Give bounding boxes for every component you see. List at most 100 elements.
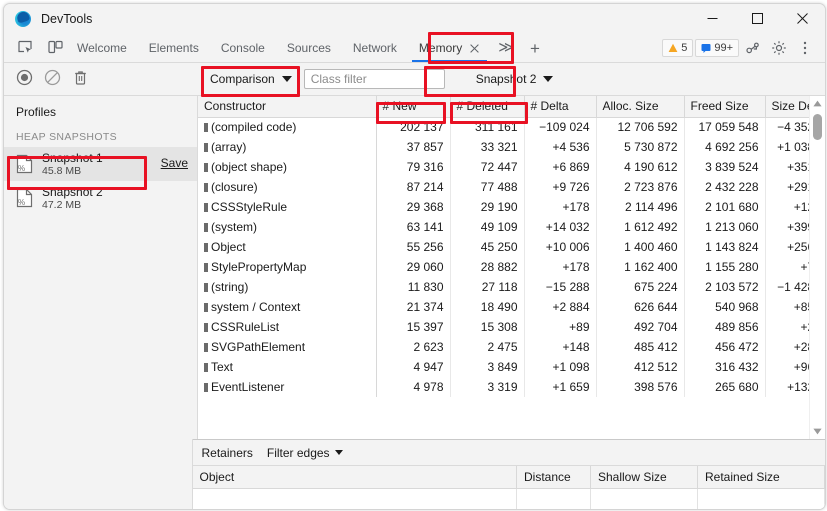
tab-elements[interactable]: Elements <box>138 34 210 62</box>
expand-marker-icon[interactable] <box>204 303 208 312</box>
cell-constructor: StylePropertyMap <box>198 257 377 277</box>
memory-toolbar: Comparison Snapshot 2 <box>4 63 825 96</box>
devices-icon[interactable] <box>741 36 765 60</box>
expand-marker-icon[interactable] <box>204 163 208 172</box>
table-row[interactable]: (system) 63 141 49 109 +14 032 1 612 492 1 21… <box>198 217 825 237</box>
table-row[interactable]: CSSStyleRule 29 368 29 190 +178 2 114 496 2 1… <box>198 197 825 217</box>
expand-marker-icon[interactable] <box>204 363 208 372</box>
retainers-panel: Retainers Filter edges Object Distance S… <box>192 439 825 509</box>
expand-marker-icon[interactable] <box>204 243 208 252</box>
expand-marker-icon[interactable] <box>204 263 208 272</box>
table-row[interactable]: (array) 37 857 33 321 +4 536 5 730 872 4 692 … <box>198 137 825 157</box>
tab-label: Elements <box>148 41 199 55</box>
retainers-section: Retainers Filter edges Object Distance S… <box>4 439 825 509</box>
table-row[interactable]: Text4 9473 849+1 098412 512316 432+96 08… <box>198 357 825 377</box>
column-header-distance[interactable]: Distance <box>516 466 591 489</box>
column-header-new[interactable]: # New <box>376 96 451 118</box>
cell-freed-size: 2 101 680 <box>684 197 766 217</box>
chevron-down-icon <box>543 76 554 82</box>
close-tab-icon[interactable] <box>469 43 480 54</box>
constructor-name: CSSRuleList <box>211 320 280 334</box>
cell-constructor: Object <box>198 237 377 257</box>
filter-edges-dropdown[interactable]: Filter edges <box>267 446 343 460</box>
column-header-alloc-size[interactable]: Alloc. Size <box>596 96 685 118</box>
warning-badge[interactable]: 5 <box>662 38 694 57</box>
tab-welcome[interactable]: Welcome <box>66 34 138 62</box>
table-row[interactable]: (object shape) 79 316 72 447 +6 869 4 190 61… <box>198 157 825 177</box>
retainers-left-spacer <box>4 439 193 509</box>
table-body: (compiled code) 202 137 311 161 −109 024 12 … <box>198 117 825 397</box>
expand-marker-icon[interactable] <box>204 323 208 332</box>
tab-network[interactable]: Network <box>342 34 408 62</box>
scrollbar-thumb[interactable] <box>813 114 822 140</box>
tab-memory[interactable]: Memory <box>408 34 491 62</box>
column-header-shallow-size[interactable]: Shallow Size <box>590 466 698 489</box>
filter-edges-label: Filter edges <box>266 445 330 460</box>
cell-new: 63 141 <box>376 217 451 237</box>
table-row[interactable]: EventListener 4 978 3 319 +1 659 398 576 265 … <box>198 377 825 397</box>
scroll-down-arrow-icon[interactable] <box>810 424 825 439</box>
column-header-constructor[interactable]: Constructor <box>198 96 377 118</box>
table-row[interactable]: (compiled code) 202 137 311 161 −109 024 12 … <box>198 117 825 137</box>
close-button[interactable] <box>780 4 825 33</box>
tab-sources[interactable]: Sources <box>276 34 342 62</box>
view-mode-dropdown[interactable]: Comparison <box>207 70 295 88</box>
column-header-object[interactable]: Object <box>192 466 517 489</box>
record-icon[interactable] <box>16 69 33 89</box>
clear-icon[interactable] <box>44 69 61 89</box>
cell-freed-size: 1 213 060 <box>684 217 766 237</box>
sidebar-item-snapshot-2[interactable]: % Snapshot 2 47.2 MB <box>4 181 197 215</box>
chevron-down-icon <box>334 449 343 455</box>
table-row[interactable]: (closure) 87 214 77 488 +9 726 2 723 876 2 43… <box>198 177 825 197</box>
minimize-button[interactable] <box>690 4 735 33</box>
constructor-name: CSSStyleRule <box>211 200 288 214</box>
settings-gear-icon[interactable] <box>767 36 791 60</box>
table-scroll-region[interactable]: Constructor # New # Deleted # Delta Allo… <box>198 96 825 439</box>
add-tab-button[interactable]: + <box>521 36 549 62</box>
table-row[interactable]: system / Context 21 374 18 490 +2 884 626 64… <box>198 297 825 317</box>
cell-delta: +4 536 <box>524 137 597 157</box>
expand-marker-icon[interactable] <box>204 143 208 152</box>
expand-marker-icon[interactable] <box>204 223 208 232</box>
expand-marker-icon[interactable] <box>204 123 208 133</box>
scroll-up-arrow-icon[interactable] <box>810 96 825 111</box>
table-row[interactable]: SVGPathElement 2 623 2 475 +148 485 412 456 4… <box>198 337 825 357</box>
maximize-button[interactable] <box>735 4 780 33</box>
message-badge[interactable]: 99+ <box>695 38 739 57</box>
column-header-freed-size[interactable]: Freed Size <box>684 96 766 118</box>
more-options-icon[interactable] <box>793 36 817 60</box>
cell-deleted: 77 488 <box>450 177 525 197</box>
table-vertical-scrollbar[interactable] <box>809 96 825 439</box>
device-toolbar-icon[interactable] <box>44 37 66 59</box>
title-bar: DevTools <box>4 4 825 33</box>
class-filter-input[interactable] <box>303 69 445 89</box>
expand-marker-icon[interactable] <box>204 283 208 292</box>
table-row[interactable]: CSSRuleList 15 397 15 308 +89 492 704 489 856… <box>198 317 825 337</box>
expand-marker-icon[interactable] <box>204 343 208 352</box>
cell-freed-size: 2 103 572 <box>684 277 766 297</box>
save-snapshot-link[interactable]: Save <box>161 156 188 170</box>
trash-icon[interactable] <box>72 69 89 89</box>
baseline-snapshot-dropdown[interactable]: Snapshot 2 <box>473 70 557 88</box>
column-header-deleted[interactable]: # Deleted <box>450 96 525 118</box>
cell-deleted: 3 319 <box>450 377 525 397</box>
tab-console[interactable]: Console <box>210 34 276 62</box>
cell-new: 21 374 <box>376 297 451 317</box>
inspect-element-icon[interactable] <box>14 37 36 59</box>
cell-new: 202 137 <box>376 117 451 137</box>
cell-freed-size: 540 968 <box>684 297 766 317</box>
expand-marker-icon[interactable] <box>204 203 208 212</box>
table-row[interactable]: (string) 11 830 27 118 −15 288 675 224 2 103 … <box>198 277 825 297</box>
more-tabs-icon[interactable]: ≫ <box>491 34 521 62</box>
expand-marker-icon[interactable] <box>204 383 208 392</box>
cell-alloc-size: 675 224 <box>596 277 685 297</box>
table-row[interactable]: StylePropertyMap 29 060 28 882 +178 1 162 40… <box>198 257 825 277</box>
cell-constructor: Text <box>198 357 377 377</box>
table-row[interactable]: Object 55 256 45 250 +10 006 1 400 460 1 143 … <box>198 237 825 257</box>
column-header-retained-size[interactable]: Retained Size <box>697 466 825 489</box>
sidebar-item-snapshot-1[interactable]: % Snapshot 1 45.8 MB Save <box>4 147 197 181</box>
column-header-delta[interactable]: # Delta <box>524 96 597 118</box>
snapshot-name: Snapshot 1 <box>42 150 103 165</box>
snapshot-document-icon: % <box>16 188 33 208</box>
expand-marker-icon[interactable] <box>204 183 208 192</box>
